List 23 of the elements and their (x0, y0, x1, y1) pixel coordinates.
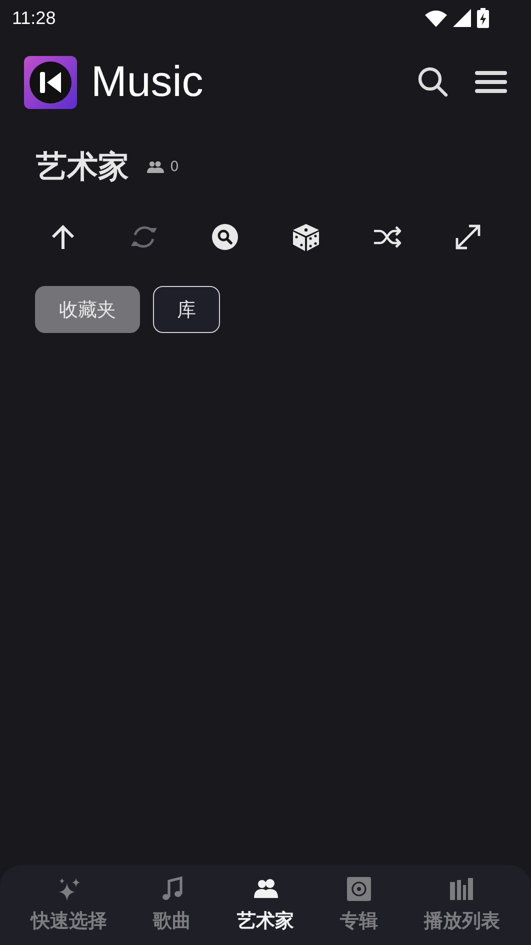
nav-tab[interactable]: 歌曲 (149, 865, 195, 945)
status-time: 11:28 (12, 8, 56, 28)
arrow-up-icon (49, 223, 77, 251)
dice-icon (292, 223, 320, 251)
menu-icon (475, 70, 507, 94)
people-icon (147, 161, 164, 173)
artist-count: 0 (170, 159, 179, 175)
expand-icon (454, 223, 482, 251)
wifi-icon (425, 10, 447, 26)
app-title: Music (91, 58, 204, 106)
page-title: 艺术家 (36, 148, 129, 187)
app-logo (24, 56, 77, 108)
nav-tab[interactable]: 艺术家 (233, 865, 298, 945)
nav-tab[interactable]: 专辑 (336, 865, 382, 945)
signal-icon (453, 9, 471, 27)
search-icon (211, 223, 239, 251)
nav-tab[interactable]: 快速选择 (27, 865, 111, 945)
nav-tab[interactable]: 播放列表 (420, 865, 504, 945)
battery-icon (477, 8, 489, 28)
books-icon (449, 876, 475, 902)
filter-chip[interactable]: 库 (153, 286, 220, 333)
search-icon (417, 66, 449, 98)
filter-chip[interactable]: 收藏夹 (35, 286, 140, 333)
